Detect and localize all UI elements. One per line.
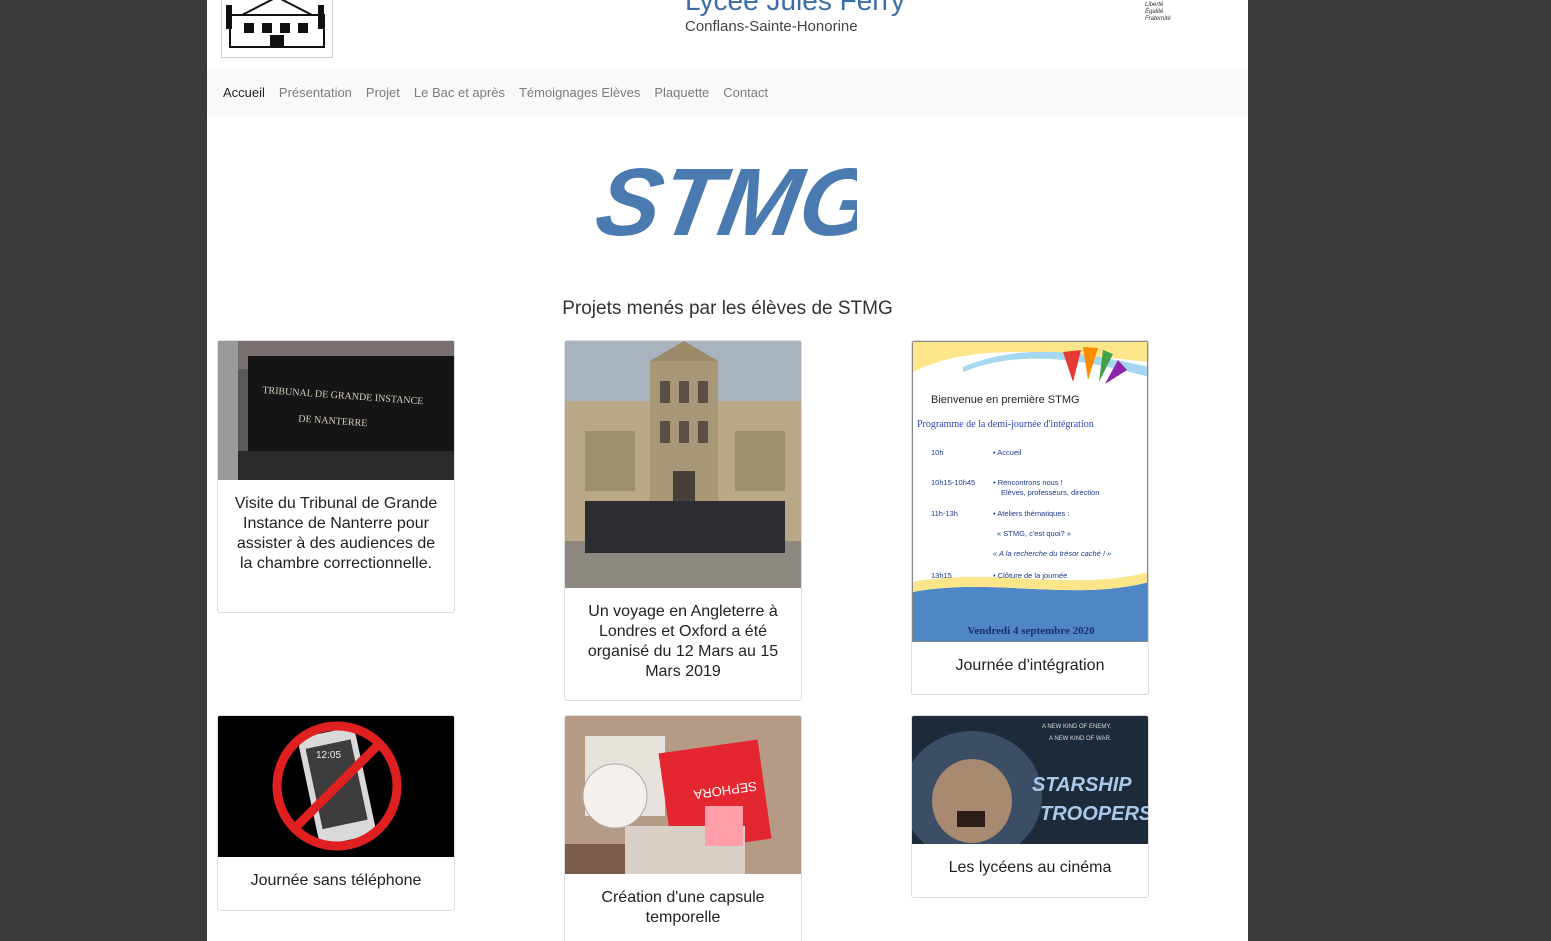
- poster-item: • Clôture de la journée: [993, 571, 1068, 580]
- poster-item: • Accueil: [993, 448, 1022, 457]
- section-title: Projets menés par les élèves de STMG: [562, 298, 893, 319]
- starship-troopers-image: A NEW KIND OF ENEMY. A NEW KIND OF WAR. …: [912, 716, 1148, 844]
- card-caption: Visite du Tribunal de Grande Instance de…: [234, 495, 438, 572]
- card-caption: Création d'une capsule temporelle: [601, 889, 765, 926]
- poster-time: 11h-13h: [931, 509, 958, 518]
- page: Lycée Jules Ferry Conflans-Sainte-Honori…: [207, 0, 1248, 941]
- nav-item-temoignages[interactable]: Témoignages Elèves: [519, 85, 640, 100]
- site-header: Lycée Jules Ferry Conflans-Sainte-Honori…: [207, 0, 1248, 69]
- no-phone-image: 12:05: [218, 716, 454, 857]
- poster-row: 13h15 • Clôture de la journée: [931, 571, 1141, 591]
- poster-item: Elèves, professeurs, direction: [1001, 488, 1100, 497]
- poster-schedule: 10h • Accueil 10h15-10h45 • Rencontrons no…: [931, 448, 1141, 591]
- motto-egalite: Égalité: [1145, 9, 1164, 15]
- poster-tagline-2: A NEW KIND OF WAR.: [1049, 736, 1112, 742]
- school-city: Conflans-Sainte-Honorine: [685, 18, 858, 35]
- republic-logo: Liberté Égalité Fraternité: [1145, 2, 1171, 23]
- project-card-angleterre[interactable]: Un voyage en Angleterre à Londres et Oxf…: [564, 340, 802, 701]
- capsule-image: SEPHORA: [565, 716, 801, 874]
- poster-time: 13h15: [931, 571, 952, 580]
- motto-fraternite: Fraternité: [1145, 16, 1171, 22]
- poster-time: 10h: [931, 448, 944, 457]
- troopers-title: TROOPERS: [1040, 803, 1148, 825]
- nav-item-projet[interactable]: Projet: [366, 85, 400, 100]
- card-caption: Un voyage en Angleterre à Londres et Oxf…: [587, 603, 779, 680]
- project-card-sans-telephone[interactable]: 12:05 Journée sans téléphone: [217, 715, 455, 911]
- school-logo[interactable]: [221, 0, 333, 58]
- nav-item-plaquette[interactable]: Plaquette: [654, 85, 709, 100]
- poster-row: « A la recherche du trésor caché ! »: [931, 549, 1141, 571]
- poster-welcome: Bienvenue en première STMG: [931, 394, 1080, 406]
- card-caption: Journée d'intégration: [955, 657, 1105, 674]
- poster-row: 10h15-10h45 • Rencontrons nous !: [931, 478, 1141, 488]
- card-caption: Journée sans téléphone: [250, 872, 422, 889]
- stmg-hero-text: STMG: [589, 148, 857, 256]
- project-card-tribunal[interactable]: TRIBUNAL DE GRANDE INSTANCE DE NANTERRE …: [217, 340, 455, 613]
- tribunal-image: TRIBUNAL DE GRANDE INSTANCE DE NANTERRE: [218, 341, 454, 480]
- motto-liberte: Liberté: [1145, 2, 1164, 8]
- poster-item: • Rencontrons nous !: [993, 478, 1063, 487]
- poster-item: • Ateliers thématiques :: [993, 509, 1070, 518]
- stmg-hero-title: STMG: [589, 148, 857, 256]
- project-card-integration[interactable]: Bienvenue en première STMG Programme de …: [911, 340, 1149, 695]
- school-name: Lycée Jules Ferry: [685, 0, 905, 16]
- poster-item: « STMG, c'est quoi? »: [997, 529, 1071, 538]
- main-nav: Accueil Présentation Projet Le Bac et ap…: [207, 69, 1248, 116]
- integration-poster: Bienvenue en première STMG Programme de …: [912, 341, 1148, 642]
- oxford-photo: [565, 341, 801, 588]
- poster-date: Vendredi 4 septembre 2020: [967, 625, 1095, 637]
- nav-item-contact[interactable]: Contact: [723, 85, 768, 100]
- starship-title: STARSHIP: [1032, 774, 1132, 796]
- poster-time: [931, 549, 993, 571]
- poster-row: Elèves, professeurs, direction: [931, 488, 1141, 509]
- poster-time: [931, 488, 1001, 509]
- poster-row: 11h-13h • Ateliers thématiques :: [931, 509, 1141, 529]
- card-caption: Les lycéens au cinéma: [948, 859, 1112, 876]
- poster-time: 10h15-10h45: [931, 478, 976, 487]
- nav-item-bac[interactable]: Le Bac et après: [414, 85, 505, 100]
- school-title-block: Lycée Jules Ferry Conflans-Sainte-Honori…: [685, 0, 905, 36]
- poster-programme: Programme de la demi-journée d'intégrati…: [917, 419, 1094, 430]
- poster-time: [931, 529, 997, 549]
- poster-row: 10h • Accueil: [931, 448, 1141, 469]
- project-card-capsule[interactable]: SEPHORA Création d'une capsule temporell…: [564, 715, 802, 941]
- nav-item-presentation[interactable]: Présentation: [279, 85, 352, 100]
- poster-row: « STMG, c'est quoi? »: [931, 529, 1141, 549]
- phone-clock-text: 12:05: [316, 750, 341, 761]
- nav-item-accueil[interactable]: Accueil: [223, 85, 265, 100]
- project-card-cinema[interactable]: A NEW KIND OF ENEMY. A NEW KIND OF WAR. …: [911, 715, 1149, 898]
- poster-item: « A la recherche du trésor caché ! »: [993, 549, 1112, 558]
- poster-tagline-1: A NEW KIND OF ENEMY.: [1042, 724, 1112, 730]
